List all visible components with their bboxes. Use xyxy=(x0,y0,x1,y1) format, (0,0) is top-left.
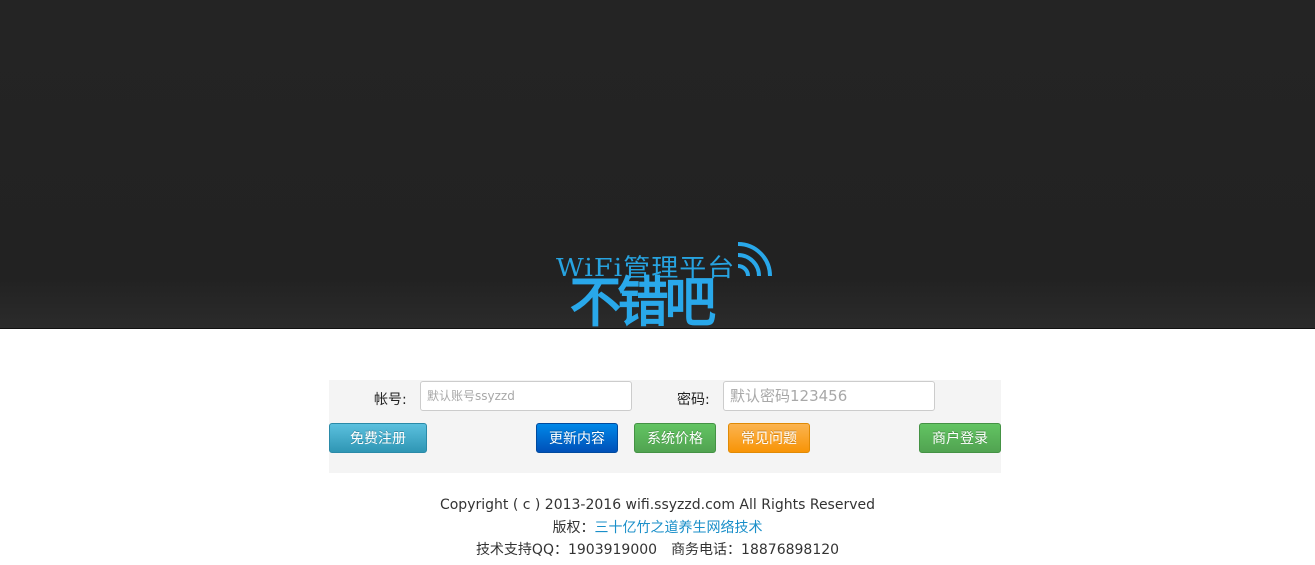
updates-button[interactable]: 更新内容 xyxy=(536,423,618,453)
support-qq: 技术支持QQ：1903919000 xyxy=(475,542,658,558)
logo-brand: 不错吧 xyxy=(569,271,716,334)
wifi-signal-icon xyxy=(737,242,772,277)
business-phone: 商务电话：18876898120 xyxy=(671,542,840,558)
rights-prefix: 版权： xyxy=(552,519,595,536)
login-panel: 帐号: 密码: 免费注册 更新内容 系统价格 常见问题 商户登录 xyxy=(329,380,1001,473)
rights-owner-link[interactable]: 三十亿竹之道养生网络技术 xyxy=(595,520,763,536)
contact-line: 技术支持QQ：1903919000 商务电话：18876898120 xyxy=(0,539,1315,562)
faq-button[interactable]: 常见问题 xyxy=(728,423,810,453)
footer: Copyright ( c ) 2013-2016 wifi.ssyzzd.co… xyxy=(0,494,1315,562)
account-label: 帐号: xyxy=(374,392,407,408)
account-input[interactable] xyxy=(420,381,632,411)
rights-line: 版权：三十亿竹之道养生网络技术 xyxy=(0,517,1315,540)
copyright-text: Copyright ( c ) 2013-2016 wifi.ssyzzd.co… xyxy=(439,497,876,513)
register-button[interactable]: 免费注册 xyxy=(329,423,427,453)
password-input[interactable] xyxy=(723,381,935,411)
pricing-button[interactable]: 系统价格 xyxy=(634,423,716,453)
header-banner: WiFi管理平台 不错吧 xyxy=(0,0,1315,334)
password-label: 密码: xyxy=(677,392,710,408)
logo: WiFi管理平台 不错吧 xyxy=(550,228,790,334)
merchant-login-button[interactable]: 商户登录 xyxy=(919,423,1001,453)
